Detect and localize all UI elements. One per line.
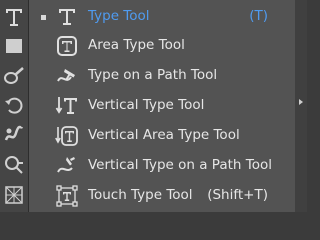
- selected-bullet-icon: [41, 15, 46, 20]
- vertical-type-tool-icon: [55, 94, 79, 118]
- type-on-path-tool-icon: [55, 64, 79, 88]
- touch-type-tool-icon: [55, 184, 79, 208]
- menu-item-shortcut: (Shift+T): [207, 187, 268, 203]
- menu-item-label: Touch Type Tool: [88, 187, 193, 203]
- type-tool-icon: [55, 5, 79, 29]
- menu-item-label: Vertical Type on a Path Tool: [88, 157, 272, 173]
- menu-item-touch-type-tool[interactable]: Touch Type Tool (Shift+T): [29, 181, 296, 211]
- blob-brush-tool-icon[interactable]: [0, 63, 28, 89]
- menu-item-vertical-type-on-path-tool[interactable]: Vertical Type on a Path Tool: [29, 151, 296, 181]
- rotate-tool-icon[interactable]: [0, 92, 28, 118]
- menu-item-shortcut: (T): [249, 8, 268, 24]
- menu-item-label: Type Tool: [88, 8, 150, 24]
- area-type-tool-icon: [55, 34, 79, 58]
- menu-item-label: Vertical Area Type Tool: [88, 127, 240, 143]
- expand-arrow-icon: [299, 99, 303, 105]
- menu-item-vertical-type-tool[interactable]: Vertical Type Tool: [29, 91, 296, 121]
- type-tool-icon[interactable]: [0, 4, 28, 30]
- perspective-grid-tool-icon[interactable]: [0, 182, 28, 208]
- toolbar-expand-rail[interactable]: [295, 0, 307, 212]
- rectangle-tool-icon[interactable]: [0, 33, 28, 59]
- warp-tool-icon[interactable]: [0, 121, 28, 147]
- menu-item-area-type-tool[interactable]: Area Type Tool: [29, 31, 296, 61]
- shape-builder-tool-icon[interactable]: [0, 151, 28, 177]
- menu-item-type-tool[interactable]: Type Tool (T): [29, 2, 296, 32]
- toolbar: [0, 0, 28, 212]
- vertical-area-type-tool-icon: [55, 124, 79, 148]
- menu-item-label: Type on a Path Tool: [88, 67, 218, 83]
- menu-item-label: Area Type Tool: [88, 37, 185, 53]
- type-tools-flyout-menu: Type Tool (T) Area Type Tool Type on a P…: [28, 0, 295, 212]
- menu-item-vertical-area-type-tool[interactable]: Vertical Area Type Tool: [29, 121, 296, 151]
- vertical-type-on-path-tool-icon: [55, 154, 79, 178]
- menu-item-label: Vertical Type Tool: [88, 97, 205, 113]
- menu-item-type-on-path-tool[interactable]: Type on a Path Tool: [29, 61, 296, 91]
